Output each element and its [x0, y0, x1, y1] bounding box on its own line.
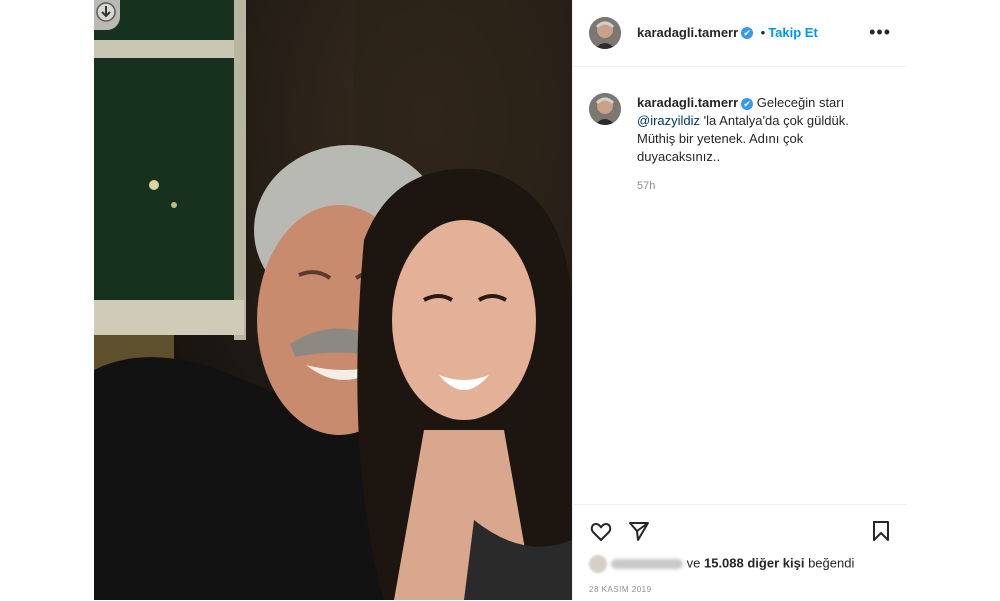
- verified-badge-icon: ✔: [741, 97, 754, 110]
- likes-connector: ve: [686, 555, 701, 571]
- likes-count[interactable]: 15.088 diğer kişi: [704, 555, 804, 570]
- avatar-image: [589, 17, 621, 49]
- bookmark-icon: [873, 521, 889, 541]
- post-caption: karadagli.tamerr ✔ Geleceğin starı @irazy…: [637, 94, 867, 166]
- likes-suffix: beğendi: [808, 555, 855, 571]
- share-button[interactable]: [627, 519, 651, 548]
- caption-username[interactable]: karadagli.tamerr: [637, 95, 738, 110]
- avatar-image: [589, 93, 621, 125]
- instagram-post: karadagli.tamerr ✔ • Takip Et ••• karadagl…: [94, 0, 907, 600]
- post-header: karadagli.tamerr ✔ • Takip Et •••: [573, 0, 907, 67]
- download-icon: [96, 2, 116, 22]
- follow-button[interactable]: Takip Et: [768, 25, 818, 40]
- like-button[interactable]: [589, 519, 613, 548]
- liker-username-blurred[interactable]: [611, 559, 683, 569]
- send-icon: [629, 522, 649, 541]
- download-button[interactable]: [94, 0, 120, 30]
- follow-separator: •: [760, 25, 766, 40]
- background-light-small: [171, 202, 177, 208]
- window-frame-right: [234, 0, 246, 340]
- post-sidebar: karadagli.tamerr ✔ • Takip Et ••• karadagl…: [572, 0, 907, 600]
- likes-summary: ve 15.088 diğer kişi beğendi: [589, 555, 854, 573]
- author-username[interactable]: karadagli.tamerr: [637, 25, 738, 40]
- photo-illustration: [94, 0, 572, 600]
- author-avatar[interactable]: [589, 17, 621, 49]
- post-photo[interactable]: [94, 0, 572, 600]
- save-button[interactable]: [869, 519, 893, 548]
- background-light: [149, 180, 159, 190]
- window-frame-top: [94, 40, 244, 58]
- action-bar: ve 15.088 diğer kişi beğendi 28 KASIM 20…: [573, 504, 907, 601]
- heart-icon: [590, 523, 612, 541]
- window-frame-bottom: [94, 300, 244, 335]
- verified-badge-icon: ✔: [741, 26, 754, 39]
- caption-text-before: Geleceğin starı: [756, 95, 845, 110]
- caption-avatar[interactable]: [589, 93, 621, 125]
- more-options-icon[interactable]: •••: [869, 22, 891, 43]
- header-line: karadagli.tamerr ✔ • Takip Et: [637, 24, 818, 42]
- liker-avatar[interactable]: [589, 555, 607, 573]
- post-date[interactable]: 28 KASIM 2019: [589, 585, 652, 594]
- caption-timestamp[interactable]: 57h: [637, 180, 655, 192]
- caption-mention[interactable]: @irazyildiz: [637, 113, 700, 128]
